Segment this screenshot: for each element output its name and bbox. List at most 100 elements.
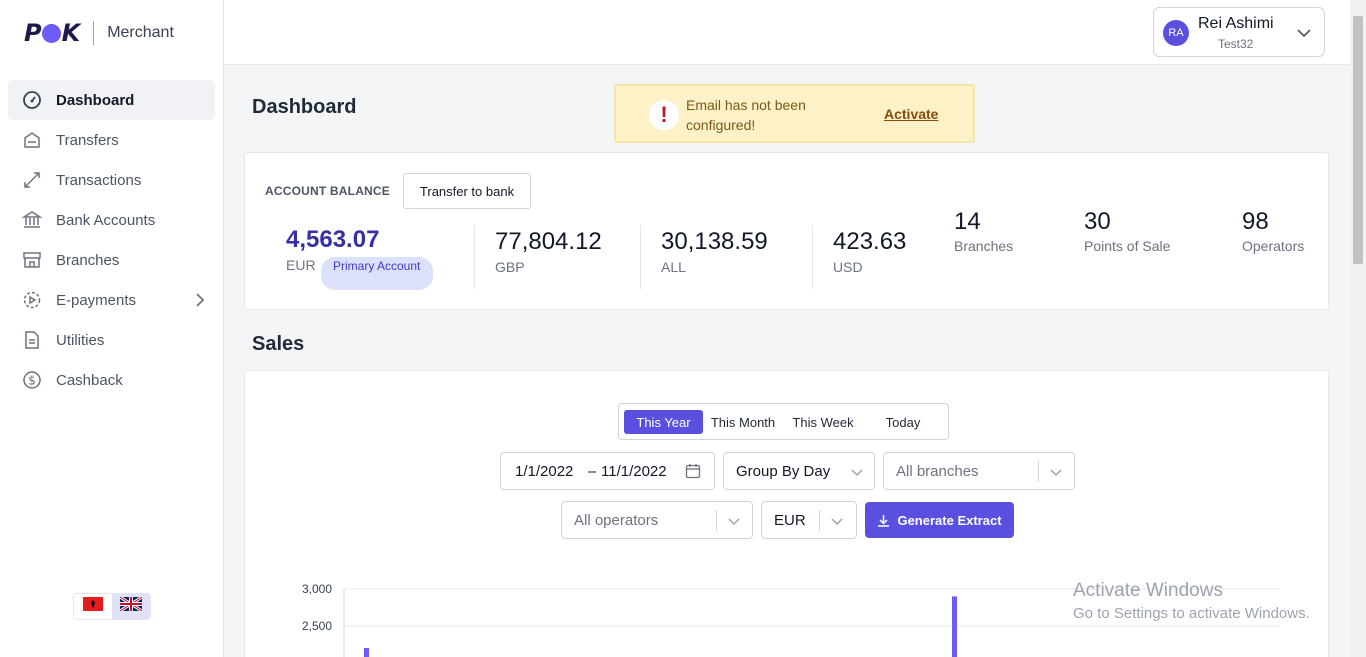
balance-value: 4,563.07: [286, 226, 380, 253]
brand-logo[interactable]: PK Merchant: [24, 18, 174, 48]
product-name: Merchant: [107, 24, 174, 41]
language-switcher: [73, 593, 151, 620]
sidebar-item-cashback[interactable]: $ Cashback: [8, 360, 215, 400]
stat-branches: 14 Branches: [954, 208, 1013, 254]
chevron-right-icon: [195, 292, 205, 312]
uk-flag-icon: [119, 595, 143, 616]
generate-extract-label: Generate Extract: [897, 512, 1002, 528]
sales-title: Sales: [252, 333, 305, 355]
balance-gbp: 77,804.12 GBP: [495, 228, 602, 275]
transfer-icon: [20, 128, 44, 152]
sidebar-item-label: Bank Accounts: [56, 211, 156, 229]
generate-extract-button[interactable]: Generate Extract: [865, 502, 1014, 538]
currency-code: ALL: [661, 259, 686, 275]
sidebar-item-label: Transfers: [56, 131, 119, 149]
operators-select[interactable]: All operators: [561, 501, 753, 539]
y-tick-label: 3,000: [302, 582, 332, 596]
account-balance-card: ACCOUNT BALANCE Transfer to bank 4,563.0…: [244, 152, 1329, 310]
branches-placeholder: All branches: [896, 463, 979, 480]
sidebar-item-transfers[interactable]: Transfers: [8, 120, 215, 160]
chart-bar: [952, 596, 957, 657]
sidebar-item-branches[interactable]: Branches: [8, 240, 215, 280]
sidebar-item-dashboard[interactable]: Dashboard: [8, 80, 215, 120]
windows-watermark-title: Activate Windows: [1073, 580, 1223, 601]
albanian-flag-icon: [83, 597, 103, 616]
chevron-down-icon: [850, 465, 864, 482]
bank-icon: [20, 208, 44, 232]
activate-link[interactable]: Activate: [884, 106, 938, 122]
svg-text:$: $: [28, 374, 36, 388]
sidebar-nav: Dashboard Transfers Transactions Bank Ac…: [8, 80, 215, 400]
vertical-scrollbar[interactable]: [1350, 0, 1366, 657]
store-icon: [20, 248, 44, 272]
stat-value: 98: [1242, 208, 1269, 235]
balance-value: 30,138.59: [661, 228, 768, 255]
stat-label: Points of Sale: [1084, 238, 1171, 254]
date-range-dash: –: [588, 463, 597, 480]
gauge-icon: [20, 88, 44, 112]
currency-code: GBP: [495, 259, 525, 275]
branches-select[interactable]: All branches: [883, 452, 1075, 490]
page-title: Dashboard: [252, 96, 357, 118]
logo-divider: [93, 21, 95, 45]
operators-placeholder: All operators: [574, 512, 659, 529]
chart-bar: [364, 648, 369, 657]
chevron-down-icon: [830, 514, 844, 531]
tab-this-week[interactable]: This Week: [783, 410, 863, 434]
document-icon: [20, 328, 44, 352]
tab-this-month[interactable]: This Month: [705, 410, 781, 434]
windows-watermark-subtitle: Go to Settings to activate Windows.: [1073, 605, 1310, 622]
calendar-icon: [685, 463, 701, 483]
chevron-down-icon: [727, 514, 741, 531]
sidebar-item-utilities[interactable]: Utilities: [8, 320, 215, 360]
sidebar-item-bank-accounts[interactable]: Bank Accounts: [8, 200, 215, 240]
sidebar-item-transactions[interactable]: Transactions: [8, 160, 215, 200]
stat-points-of-sale: 30 Points of Sale: [1084, 208, 1170, 254]
currency-select[interactable]: EUR: [761, 501, 857, 539]
language-english[interactable]: [112, 594, 150, 619]
avatar: RA: [1163, 20, 1189, 46]
pok-logo: PK: [24, 19, 80, 47]
group-by-value: Group By Day: [736, 463, 831, 480]
stat-value: 30: [1084, 208, 1111, 235]
tab-this-year[interactable]: This Year: [624, 410, 703, 434]
group-by-select[interactable]: Group By Day: [723, 452, 875, 490]
user-name: Rei Ashimi: [1198, 15, 1274, 32]
sidebar-item-e-payments[interactable]: E-payments: [8, 280, 215, 320]
date-to: 11/1/2022: [601, 463, 667, 480]
sidebar-item-label: Dashboard: [56, 91, 135, 109]
download-icon: [877, 514, 890, 527]
stat-label: Operators: [1242, 238, 1305, 254]
sidebar-item-label: Branches: [56, 251, 120, 269]
sidebar-item-label: Cashback: [56, 371, 123, 389]
period-selector: This Year This Month This Week Today: [618, 403, 949, 440]
dollar-icon: $: [20, 368, 44, 392]
currency-value: EUR: [774, 512, 806, 529]
balance-usd: 423.63 USD: [833, 228, 906, 275]
language-albanian[interactable]: [74, 594, 112, 619]
email-alert: ! Email has not been configured! Activat…: [614, 84, 975, 143]
balance-value: 423.63: [833, 228, 907, 255]
transfer-to-bank-button[interactable]: Transfer to bank: [403, 173, 531, 209]
user-subtitle: Test32: [1218, 37, 1254, 51]
user-menu[interactable]: RA Rei Ashimi Test32: [1153, 7, 1325, 57]
stat-label: Branches: [954, 238, 1014, 254]
y-tick-label: 2,500: [302, 619, 332, 633]
chevron-down-icon: [1296, 25, 1312, 43]
scrollbar-thumb[interactable]: [1353, 16, 1363, 264]
select-separator: [716, 510, 717, 531]
tab-today[interactable]: Today: [865, 410, 941, 434]
primary-account-badge: Primary Account: [321, 257, 433, 290]
account-balance-label: ACCOUNT BALANCE: [265, 184, 390, 198]
chevron-down-icon: [1049, 465, 1063, 482]
date-from: 1/1/2022: [515, 463, 574, 480]
top-header: RA Rei Ashimi Test32: [224, 0, 1350, 65]
epayment-icon: [20, 288, 44, 312]
currency-code: USD: [833, 259, 863, 275]
arrows-icon: [20, 168, 44, 192]
divider: [812, 225, 813, 289]
select-separator: [1038, 461, 1039, 482]
sidebar: PK Merchant Dashboard Transfers Transact…: [0, 0, 224, 657]
alert-message: Email has not been configured!: [686, 97, 806, 133]
date-range-picker[interactable]: 1/1/2022 – 11/1/2022: [500, 452, 715, 490]
